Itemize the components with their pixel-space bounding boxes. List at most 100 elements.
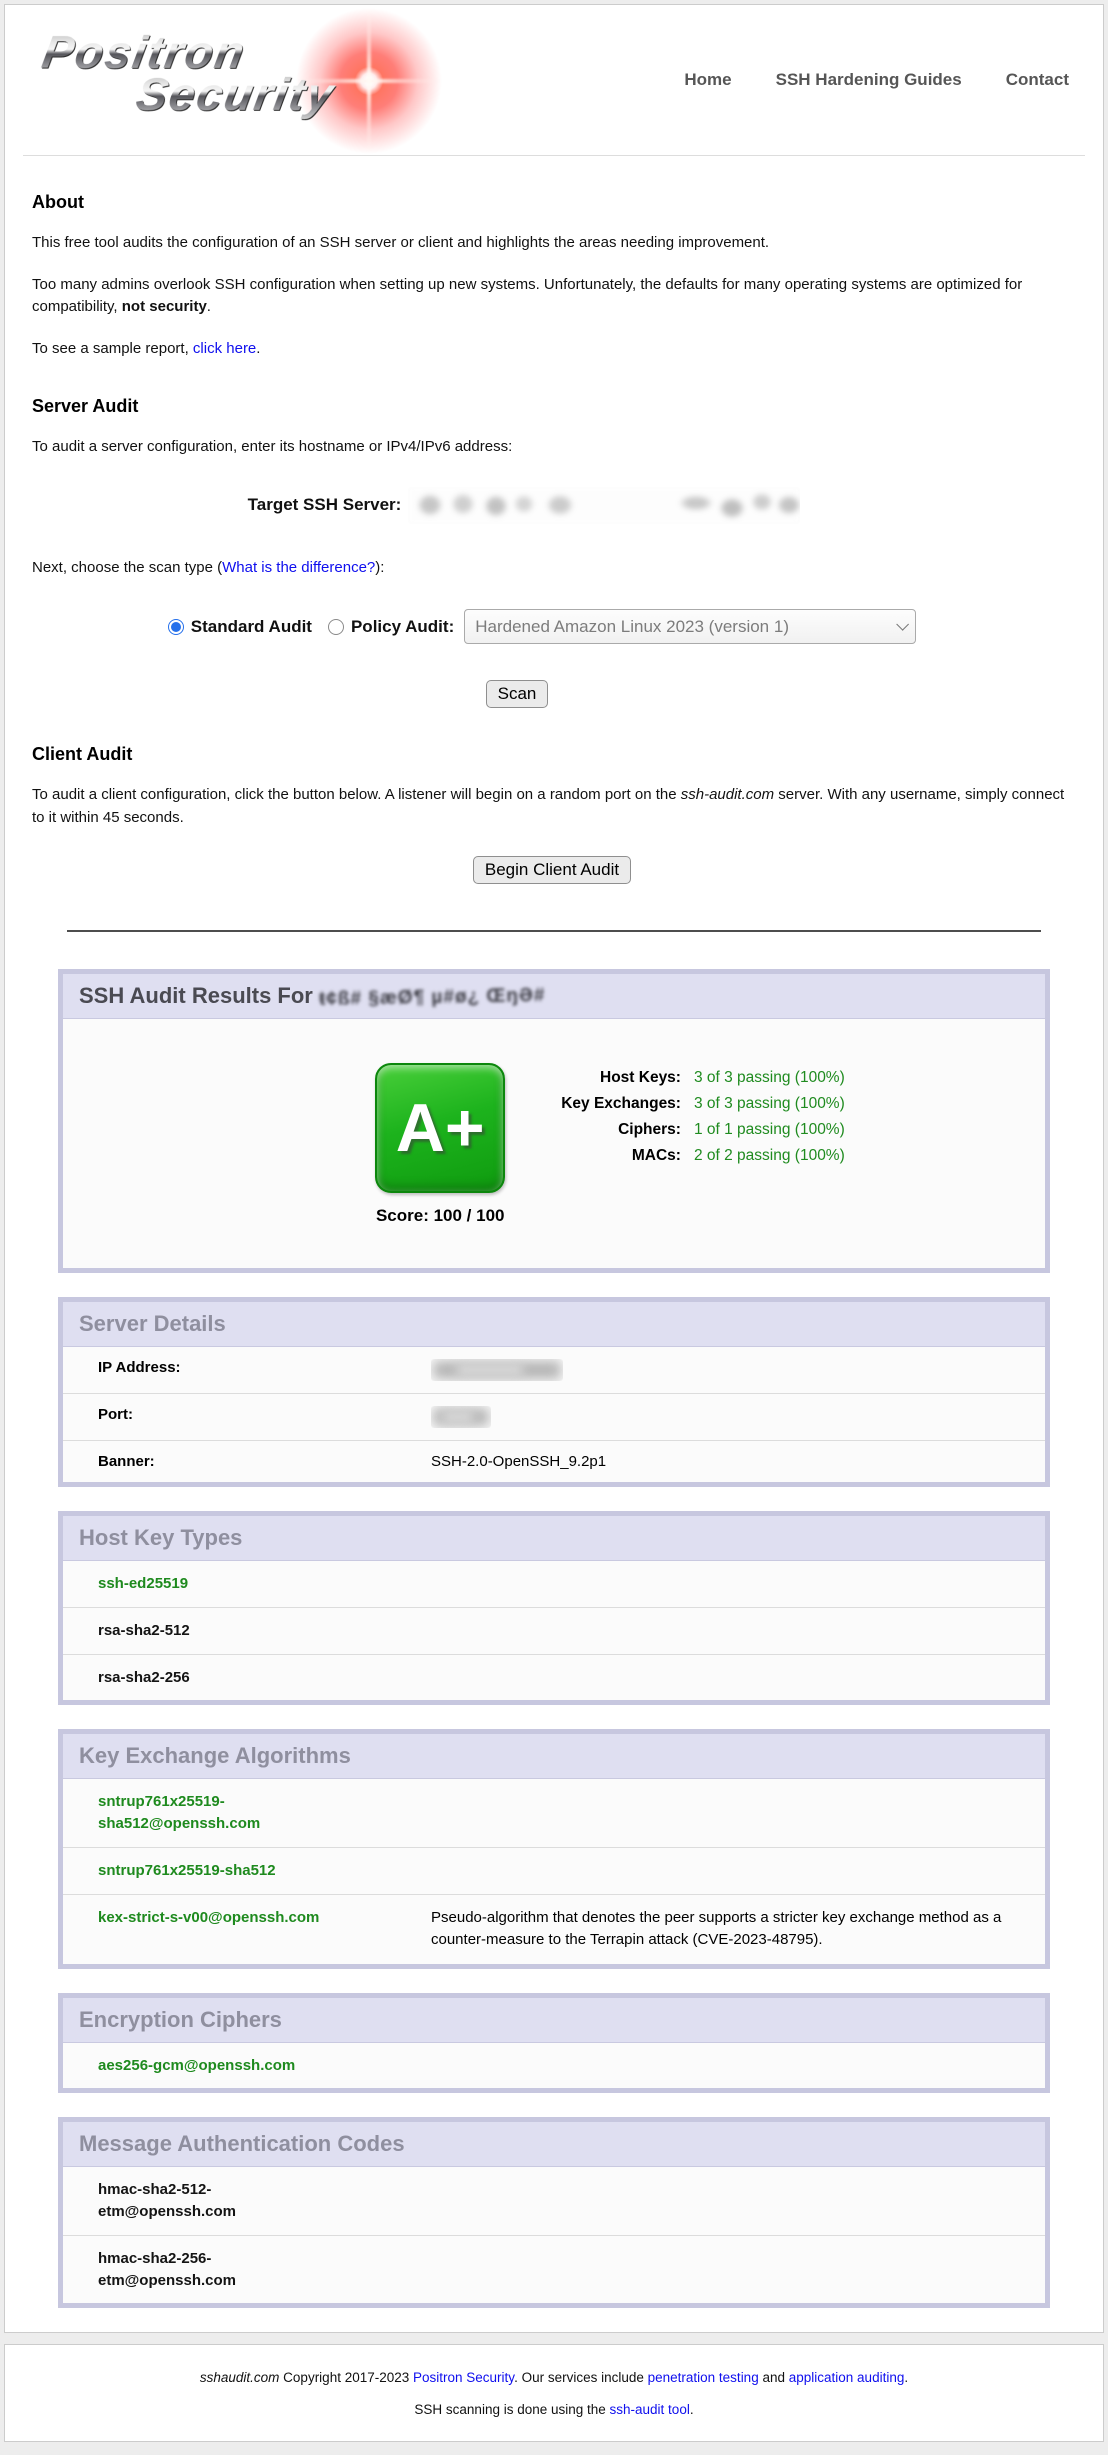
encryption-ciphers-table: aes256-gcm@openssh.com (63, 2043, 1045, 2089)
stat-row: Host Keys: 3 of 3 passing (100%) (561, 1065, 845, 1091)
table-row: hmac-sha2-256-etm@openssh.com (63, 2235, 1045, 2303)
what-is-the-difference-link[interactable]: What is the difference? (222, 559, 375, 576)
row-value (403, 1347, 1045, 1394)
policy-audit-label[interactable]: Policy Audit: (351, 617, 454, 637)
encryption-ciphers-panel: Encryption Ciphers aes256-gcm@openssh.co… (58, 1993, 1050, 2094)
stat-label: MACs: (561, 1143, 681, 1169)
ssh-audit-com-italic: ssh-audit.com (681, 786, 774, 803)
policy-select[interactable]: Hardened Amazon Linux 2023 (version 1) (464, 609, 916, 644)
ssh-audit-tool-link[interactable]: ssh-audit tool (610, 2402, 690, 2417)
table-row: rsa-sha2-256 (63, 1654, 1045, 1700)
algorithm-name: sntrup761x25519-sha512@openssh.com (98, 1791, 333, 1835)
results-panel-title: SSH Audit Results For ŧ¢ß# §æØ¶ µ#ø¿ ŒŋƏ… (63, 974, 1045, 1019)
about-heading: About (32, 192, 1076, 213)
key-exchange-panel: Key Exchange Algorithms sntrup761x25519-… (58, 1729, 1050, 1968)
client-audit-text: To audit a client configuration, click t… (32, 784, 1076, 829)
row-value (403, 1394, 1045, 1441)
nav-link-ssh-hardening-guides[interactable]: SSH Hardening Guides (776, 70, 962, 90)
row-label: IP Address: (63, 1347, 403, 1394)
footer-site-name: sshaudit.com (200, 2370, 280, 2385)
begin-client-audit-button[interactable]: Begin Client Audit (473, 856, 631, 884)
content: About This free tool audits the configur… (5, 192, 1103, 884)
standard-audit-radio[interactable] (168, 619, 184, 635)
algorithm-name: aes256-gcm@openssh.com (98, 2055, 295, 2077)
positron-security-logo[interactable]: Positron Security (29, 15, 409, 145)
grade-column: A+ Score: 100 / 100 (375, 1063, 505, 1226)
algorithm-name: rsa-sha2-512 (98, 1620, 190, 1642)
server-audit-heading: Server Audit (32, 396, 1076, 417)
scan-type-text: Next, choose the scan type (What is the … (32, 557, 1076, 580)
redacted-port (431, 1406, 491, 1428)
stat-row: Key Exchanges: 3 of 3 passing (100%) (561, 1091, 845, 1117)
nav-link-home[interactable]: Home (684, 70, 731, 90)
nav-link-contact[interactable]: Contact (1006, 70, 1069, 90)
footer: sshaudit.com Copyright 2017-2023 Positro… (4, 2344, 1104, 2442)
sample-report-link[interactable]: click here (193, 340, 256, 357)
key-exchange-title: Key Exchange Algorithms (63, 1734, 1045, 1779)
stat-value: 3 of 3 passing (100%) (681, 1091, 845, 1117)
page: Positron Security Home SSH Hardening Gui… (0, 4, 1108, 2442)
table-row: kex-strict-s-v00@openssh.com Pseudo-algo… (63, 1894, 1045, 1964)
policy-audit-radio[interactable] (328, 619, 344, 635)
stat-value: 3 of 3 passing (100%) (681, 1065, 845, 1091)
encryption-ciphers-title: Encryption Ciphers (63, 1998, 1045, 2043)
algorithm-name: rsa-sha2-256 (98, 1667, 190, 1689)
target-ssh-server-label: Target SSH Server: (248, 495, 402, 515)
table-row: sntrup761x25519-sha512 (63, 1847, 1045, 1894)
stat-row: Ciphers: 1 of 1 passing (100%) (561, 1117, 845, 1143)
table-row: hmac-sha2-512-etm@openssh.com (63, 2167, 1045, 2235)
results-body: A+ Score: 100 / 100 Host Keys: 3 of 3 pa… (63, 1019, 1045, 1268)
main-card: Positron Security Home SSH Hardening Gui… (4, 4, 1104, 2333)
logo-line2: Security (132, 67, 339, 121)
redacted-input-value (408, 487, 800, 524)
algorithm-name: kex-strict-s-v00@openssh.com (98, 1907, 319, 1929)
row-label: Port: (63, 1394, 403, 1441)
scan-type-row: Standard Audit Policy Audit: Hardened Am… (8, 609, 1076, 644)
macs-title: Message Authentication Codes (63, 2122, 1045, 2167)
footer-line2: SSH scanning is done using the ssh-audit… (35, 2402, 1073, 2417)
site-header: Positron Security Home SSH Hardening Gui… (5, 5, 1103, 155)
section-divider (67, 930, 1041, 932)
row-label: Banner: (63, 1441, 403, 1483)
target-row: Target SSH Server: (0, 487, 1076, 524)
header-divider (23, 155, 1085, 156)
stat-value: 2 of 2 passing (100%) (681, 1143, 845, 1169)
key-exchange-table: sntrup761x25519-sha512@openssh.com sntru… (63, 1779, 1045, 1963)
penetration-testing-link[interactable]: penetration testing (648, 2370, 759, 2385)
table-row: sntrup761x25519-sha512@openssh.com (63, 1779, 1045, 1847)
stat-label: Host Keys: (561, 1065, 681, 1091)
table-row: aes256-gcm@openssh.com (63, 2043, 1045, 2089)
score-text: Score: 100 / 100 (375, 1206, 505, 1226)
scan-button[interactable]: Scan (486, 680, 549, 708)
stat-label: Key Exchanges: (561, 1091, 681, 1117)
grade-badge: A+ (375, 1063, 505, 1193)
host-key-types-table: ssh-ed25519 rsa-sha2-512 rsa-sha2-256 (63, 1561, 1045, 1700)
about-paragraph-1: This free tool audits the configuration … (32, 232, 1076, 255)
main-nav: Home SSH Hardening Guides Contact (684, 70, 1069, 90)
table-row: rsa-sha2-512 (63, 1607, 1045, 1654)
algorithm-note (403, 1779, 1045, 1847)
policy-select-value: Hardened Amazon Linux 2023 (version 1) (475, 617, 789, 637)
algorithm-name: hmac-sha2-256-etm@openssh.com (98, 2248, 333, 2292)
results-panel: SSH Audit Results For ŧ¢ß# §æØ¶ µ#ø¿ ŒŋƏ… (58, 969, 1050, 1273)
host-key-types-panel: Host Key Types ssh-ed25519 rsa-sha2-512 … (58, 1511, 1050, 1705)
table-row: IP Address: (63, 1347, 1045, 1394)
about-paragraph-2: Too many admins overlook SSH configurati… (32, 274, 1076, 319)
algorithm-note (403, 1847, 1045, 1894)
table-row: ssh-ed25519 (63, 1561, 1045, 1607)
table-row: Banner: SSH-2.0-OpenSSH_9.2p1 (63, 1441, 1045, 1483)
standard-audit-label[interactable]: Standard Audit (191, 617, 312, 637)
algorithm-name: sntrup761x25519-sha512 (98, 1860, 276, 1882)
table-row: Port: (63, 1394, 1045, 1441)
algorithm-note: Pseudo-algorithm that denotes the peer s… (403, 1894, 1045, 1964)
stats-table: Host Keys: 3 of 3 passing (100%) Key Exc… (561, 1065, 845, 1169)
target-ssh-server-input[interactable] (408, 487, 800, 524)
server-details-panel: Server Details IP Address: Port: Banner:… (58, 1297, 1050, 1487)
stat-label: Ciphers: (561, 1117, 681, 1143)
positron-security-link[interactable]: Positron Security (413, 2370, 514, 2385)
algorithm-name: ssh-ed25519 (98, 1573, 188, 1595)
footer-line1: sshaudit.com Copyright 2017-2023 Positro… (35, 2370, 1073, 2385)
application-auditing-link[interactable]: application auditing (789, 2370, 905, 2385)
macs-table: hmac-sha2-512-etm@openssh.com hmac-sha2-… (63, 2167, 1045, 2303)
about-paragraph-3: To see a sample report, click here. (32, 338, 1076, 361)
